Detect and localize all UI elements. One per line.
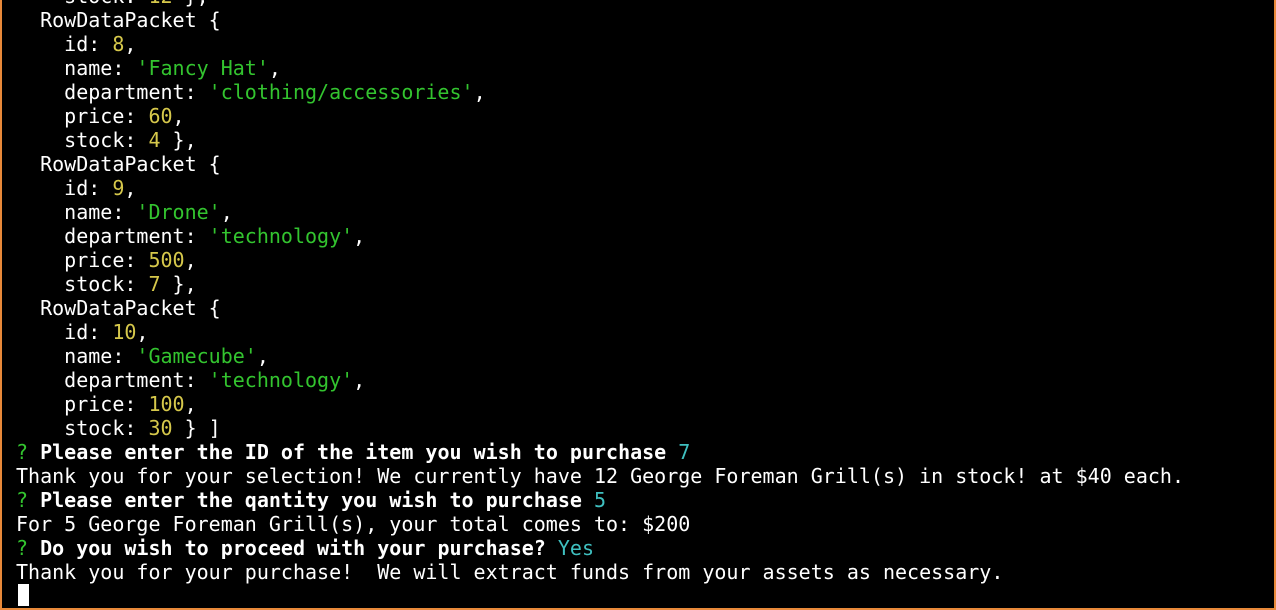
terminal-line: name: 'Fancy Hat',	[16, 56, 1184, 80]
output-text: id:	[16, 176, 113, 200]
terminal-line: department: 'clothing/accessories',	[16, 80, 1184, 104]
terminal-line: stock: 30 } ]	[16, 416, 1184, 440]
output-text: department:	[16, 368, 209, 392]
number-literal: 60	[148, 104, 173, 128]
prompt-marker: ?	[16, 440, 41, 464]
terminal-line: price: 100,	[16, 392, 1184, 416]
number-literal: 10	[112, 320, 137, 344]
terminal-line: Thank you for your selection! We current…	[16, 464, 1184, 488]
prompt-question: Do you wish to proceed with your purchas…	[40, 536, 558, 560]
terminal-line: Thank you for your purchase! We will ext…	[16, 560, 1184, 584]
output-text: ,	[353, 224, 366, 248]
prompt-question: Please enter the qantity you wish to pur…	[40, 488, 594, 512]
output-text: For 5 George Foreman Grill(s), your tota…	[16, 512, 691, 536]
terminal-line: id: 10,	[16, 320, 1184, 344]
output-text: } ]	[172, 416, 221, 440]
string-literal: 'technology'	[208, 368, 354, 392]
output-text: name:	[16, 200, 137, 224]
prompt-answer: 7	[678, 440, 691, 464]
output-text: department:	[16, 80, 209, 104]
terminal-line: ? Please enter the qantity you wish to p…	[16, 488, 1184, 512]
terminal-line: stock: 4 },	[16, 128, 1184, 152]
output-text: RowDataPacket {	[16, 296, 221, 320]
terminal-window[interactable]: stock: 12 }, RowDataPacket { id: 8, name…	[0, 0, 1276, 610]
number-literal: 9	[112, 176, 125, 200]
terminal-line: ? Please enter the ID of the item you wi…	[16, 440, 1184, 464]
output-text: stock:	[16, 128, 149, 152]
output-text: id:	[16, 32, 113, 56]
terminal-line: RowDataPacket {	[16, 152, 1184, 176]
terminal-line: price: 60,	[16, 104, 1184, 128]
number-literal: 4	[148, 128, 161, 152]
number-literal: 12	[148, 0, 172, 8]
output-text: },	[160, 128, 197, 152]
output-text: },	[160, 272, 197, 296]
string-literal: 'Drone'	[136, 200, 221, 224]
output-text: stock:	[16, 416, 149, 440]
output-text: ,	[256, 344, 269, 368]
prompt-answer: Yes	[557, 536, 594, 560]
terminal-line: stock: 12 },	[16, 0, 1184, 8]
number-literal: 7	[148, 272, 161, 296]
terminal-line: stock: 7 },	[16, 272, 1184, 296]
output-text: price:	[16, 392, 149, 416]
terminal-line: department: 'technology',	[16, 224, 1184, 248]
terminal-line: id: 9,	[16, 176, 1184, 200]
terminal-line: RowDataPacket {	[16, 296, 1184, 320]
output-text: name:	[16, 344, 137, 368]
output-text: ,	[124, 32, 137, 56]
text-cursor	[18, 584, 29, 606]
string-literal: 'Fancy Hat'	[136, 56, 269, 80]
prompt-answer: 5	[593, 488, 607, 512]
output-text: Thank you for your purchase! We will ext…	[16, 560, 1004, 584]
terminal-line: ? Do you wish to proceed with your purch…	[16, 536, 1184, 560]
output-text: ,	[268, 56, 281, 80]
output-text: ,	[184, 392, 197, 416]
terminal-line: name: 'Drone',	[16, 200, 1184, 224]
output-text: ,	[184, 248, 197, 272]
number-literal: 30	[148, 416, 173, 440]
terminal-line: name: 'Gamecube',	[16, 344, 1184, 368]
terminal-line: department: 'technology',	[16, 368, 1184, 392]
terminal-line: price: 500,	[16, 248, 1184, 272]
output-text: Thank you for your selection! We current…	[16, 464, 1184, 488]
output-text: stock:	[16, 0, 148, 8]
prompt-marker: ?	[16, 488, 41, 512]
prompt-marker: ?	[16, 536, 41, 560]
string-literal: 'clothing/accessories'	[208, 80, 474, 104]
prompt-question: Please enter the ID of the item you wish…	[40, 440, 679, 464]
output-text: stock:	[16, 272, 149, 296]
output-text: ,	[220, 200, 233, 224]
terminal-line: RowDataPacket {	[16, 8, 1184, 32]
output-text: price:	[16, 104, 149, 128]
terminal-output: stock: 12 }, RowDataPacket { id: 8, name…	[16, 0, 1184, 584]
output-text: name:	[16, 56, 137, 80]
output-text: RowDataPacket {	[16, 152, 221, 176]
number-literal: 100	[148, 392, 185, 416]
output-text: },	[173, 0, 209, 8]
terminal-line: id: 8,	[16, 32, 1184, 56]
output-text: RowDataPacket {	[16, 8, 221, 32]
number-literal: 8	[112, 32, 125, 56]
output-text: ,	[473, 80, 486, 104]
number-literal: 500	[148, 248, 185, 272]
string-literal: 'Gamecube'	[136, 344, 257, 368]
terminal-line: For 5 George Foreman Grill(s), your tota…	[16, 512, 1184, 536]
output-text: ,	[353, 368, 366, 392]
output-text: department:	[16, 224, 209, 248]
output-text: ,	[172, 104, 185, 128]
output-text: ,	[124, 176, 137, 200]
output-text: id:	[16, 320, 113, 344]
string-literal: 'technology'	[208, 224, 354, 248]
output-text: price:	[16, 248, 149, 272]
output-text: ,	[136, 320, 149, 344]
